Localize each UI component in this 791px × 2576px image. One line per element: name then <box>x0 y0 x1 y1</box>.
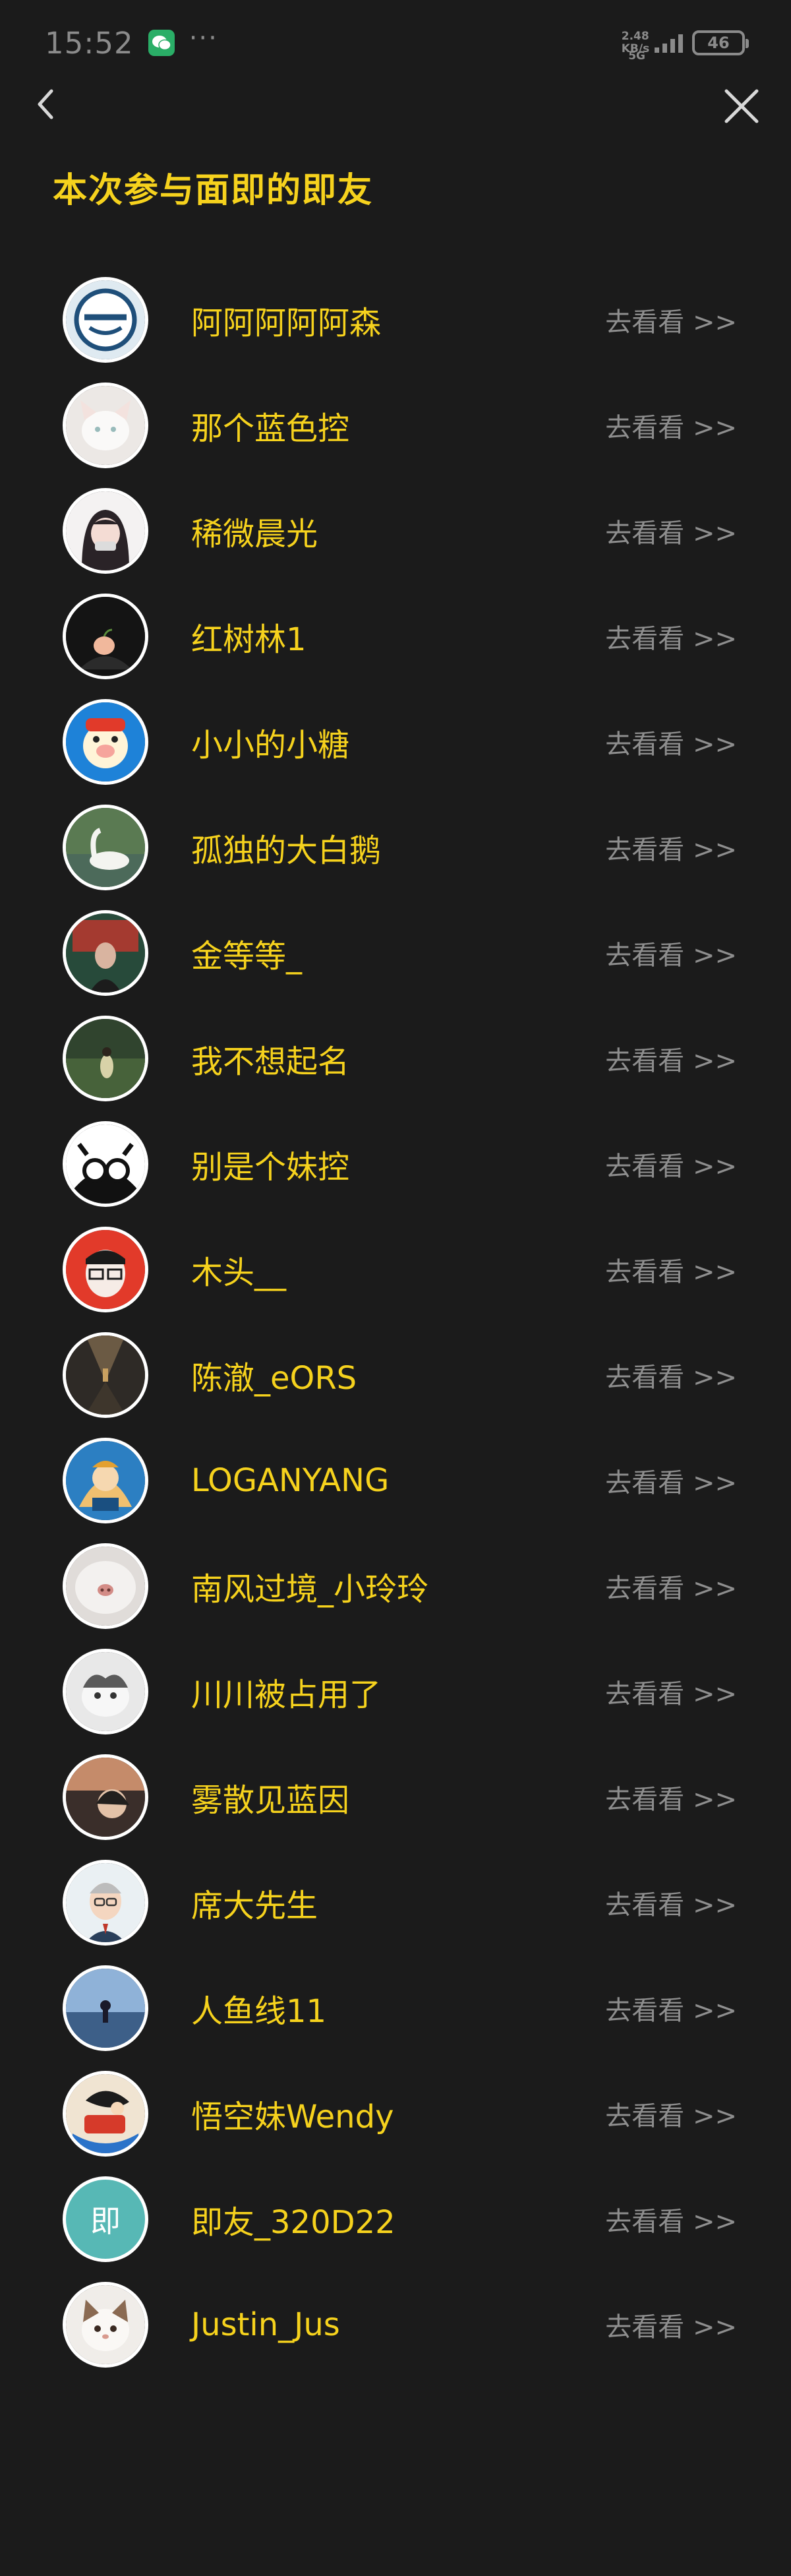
network-type: 5G <box>628 49 645 63</box>
view-profile-link[interactable]: 去看看 >> <box>605 512 737 550</box>
swan-avatar[interactable] <box>63 805 148 890</box>
goggles-character-avatar[interactable] <box>63 1121 148 1207</box>
close-icon[interactable] <box>721 86 762 127</box>
view-profile-link[interactable]: 去看看 >> <box>605 301 737 339</box>
friend-name: 人鱼线11 <box>191 1993 327 2030</box>
view-profile-link[interactable]: 去看看 >> <box>605 1884 737 1922</box>
friend-row[interactable]: 阿阿阿阿阿森 去看看 >> <box>0 267 791 373</box>
ghost-mask-avatar[interactable] <box>63 277 148 363</box>
corridor-avatar[interactable] <box>63 1332 148 1418</box>
friend-name: 红树林1 <box>191 621 307 658</box>
friend-row[interactable]: 红树林1 去看看 >> <box>0 584 791 689</box>
view-profile-link[interactable]: 去看看 >> <box>605 1145 737 1183</box>
friend-name: 孤独的大白鹅 <box>191 832 382 869</box>
friend-row[interactable]: 别是个妹控 去看看 >> <box>0 1111 791 1217</box>
friend-name: 金等等_ <box>191 938 303 975</box>
battery-icon: 46 <box>692 30 749 55</box>
clock: 15:52 <box>45 25 134 61</box>
friend-name: 南风过境_小玲玲 <box>191 1571 429 1608</box>
friend-list: 阿阿阿阿阿森 去看看 >> 那个蓝色控 去看看 >> 稀微晨光 去看看 >> 红树林1 去看看… <box>0 267 791 2377</box>
peach-avatar[interactable] <box>63 594 148 679</box>
anime-girl-avatar[interactable] <box>63 488 148 574</box>
avatar-letter: 即 <box>90 2203 121 2239</box>
nav-bar <box>0 78 791 131</box>
letter-avatar[interactable]: 即 <box>63 2176 148 2262</box>
friend-row[interactable]: 南风过境_小玲玲 去看看 >> <box>0 1533 791 1639</box>
friend-name: 雾散见蓝因 <box>191 1782 350 1819</box>
view-profile-link[interactable]: 去看看 >> <box>605 1356 737 1394</box>
friend-row[interactable]: 那个蓝色控 去看看 >> <box>0 373 791 478</box>
view-profile-link[interactable]: 去看看 >> <box>605 2306 737 2344</box>
friend-name: 川川被占用了 <box>191 1676 382 1713</box>
view-profile-link[interactable]: 去看看 >> <box>605 2095 737 2133</box>
signal-icon <box>655 33 683 53</box>
back-icon[interactable] <box>29 86 66 123</box>
view-profile-link[interactable]: 去看看 >> <box>605 1567 737 1605</box>
page-title: 本次参与面即的即友 <box>53 171 374 210</box>
friend-name: 陈澈_eORS <box>191 1360 357 1397</box>
friend-name: 稀微晨光 <box>191 516 318 553</box>
friend-row[interactable]: 川川被占用了 去看看 >> <box>0 1639 791 1744</box>
view-profile-link[interactable]: 去看看 >> <box>605 1250 737 1289</box>
more-notifications-icon: ··· <box>189 23 218 53</box>
friend-name: Justin_Jus <box>191 2306 340 2343</box>
view-profile-link[interactable]: 去看看 >> <box>605 1989 737 2027</box>
view-profile-link[interactable]: 去看看 >> <box>605 1461 737 1500</box>
friend-row[interactable]: 金等等_ 去看看 >> <box>0 900 791 1006</box>
friend-row[interactable]: 悟空妹Wendy 去看看 >> <box>0 2061 791 2166</box>
kitten-avatar[interactable] <box>63 2282 148 2368</box>
friend-row[interactable]: 小小的小糖 去看看 >> <box>0 689 791 795</box>
friend-row[interactable]: 稀微晨光 去看看 >> <box>0 478 791 584</box>
wechat-notification-icon <box>148 30 175 56</box>
friend-name: 别是个妹控 <box>191 1149 350 1186</box>
friend-name: 小小的小糖 <box>191 727 350 764</box>
friend-row[interactable]: 木头__ 去看看 >> <box>0 1217 791 1322</box>
network-speed-value: 2.48 <box>621 30 649 43</box>
friend-name: 席大先生 <box>191 1887 318 1924</box>
view-profile-link[interactable]: 去看看 >> <box>605 2200 737 2238</box>
friend-row[interactable]: 即 即友_320D22 去看看 >> <box>0 2166 791 2272</box>
grey-cat-avatar[interactable] <box>63 1649 148 1734</box>
cat-nose-avatar[interactable] <box>63 1543 148 1629</box>
view-profile-link[interactable]: 去看看 >> <box>605 1039 737 1078</box>
anime-hero-avatar[interactable] <box>63 2071 148 2157</box>
view-profile-link[interactable]: 去看看 >> <box>605 934 737 972</box>
friend-name: 阿阿阿阿阿森 <box>191 305 382 342</box>
green-field-avatar[interactable] <box>63 1016 148 1101</box>
glasses-boy-avatar[interactable] <box>63 1227 148 1312</box>
friend-row[interactable]: 雾散见蓝因 去看看 >> <box>0 1744 791 1850</box>
sunset-person-avatar[interactable] <box>63 1754 148 1840</box>
view-profile-link[interactable]: 去看看 >> <box>605 406 737 445</box>
status-bar: 15:52 ··· 2.48 KB/s 5G 46 <box>0 0 791 86</box>
friend-row[interactable]: Justin_Jus 去看看 >> <box>0 2272 791 2377</box>
friend-row[interactable]: 人鱼线11 去看看 >> <box>0 1955 791 2061</box>
view-profile-link[interactable]: 去看看 >> <box>605 723 737 761</box>
view-profile-link[interactable]: 去看看 >> <box>605 617 737 656</box>
sea-sky-avatar[interactable] <box>63 1965 148 2051</box>
photo-portrait-avatar[interactable] <box>63 910 148 996</box>
cartoon-man-avatar[interactable] <box>63 1860 148 1946</box>
friend-name: 那个蓝色控 <box>191 410 350 447</box>
view-profile-link[interactable]: 去看看 >> <box>605 828 737 867</box>
view-profile-link[interactable]: 去看看 >> <box>605 1672 737 1711</box>
cartoon-pig-avatar[interactable] <box>63 699 148 785</box>
friend-row[interactable]: LOGANYANG 去看看 >> <box>0 1428 791 1533</box>
friend-name: 悟空妹Wendy <box>191 2099 394 2135</box>
friend-row[interactable]: 孤独的大白鹅 去看看 >> <box>0 795 791 900</box>
friend-name: 我不想起名 <box>191 1043 350 1080</box>
status-bar-right: 2.48 KB/s 5G 46 <box>621 23 749 63</box>
friend-row[interactable]: 陈澈_eORS 去看看 >> <box>0 1322 791 1428</box>
friend-row[interactable]: 我不想起名 去看看 >> <box>0 1006 791 1111</box>
view-profile-link[interactable]: 去看看 >> <box>605 1778 737 1816</box>
friend-name: 木头__ <box>191 1254 287 1291</box>
friend-row[interactable]: 席大先生 去看看 >> <box>0 1850 791 1955</box>
friend-name: LOGANYANG <box>191 1462 390 1499</box>
status-bar-left: 15:52 ··· <box>45 23 218 61</box>
comic-character-avatar[interactable] <box>63 1438 148 1523</box>
battery-level: 46 <box>707 34 730 52</box>
white-cat-avatar[interactable] <box>63 383 148 468</box>
friend-name: 即友_320D22 <box>191 2204 396 2241</box>
